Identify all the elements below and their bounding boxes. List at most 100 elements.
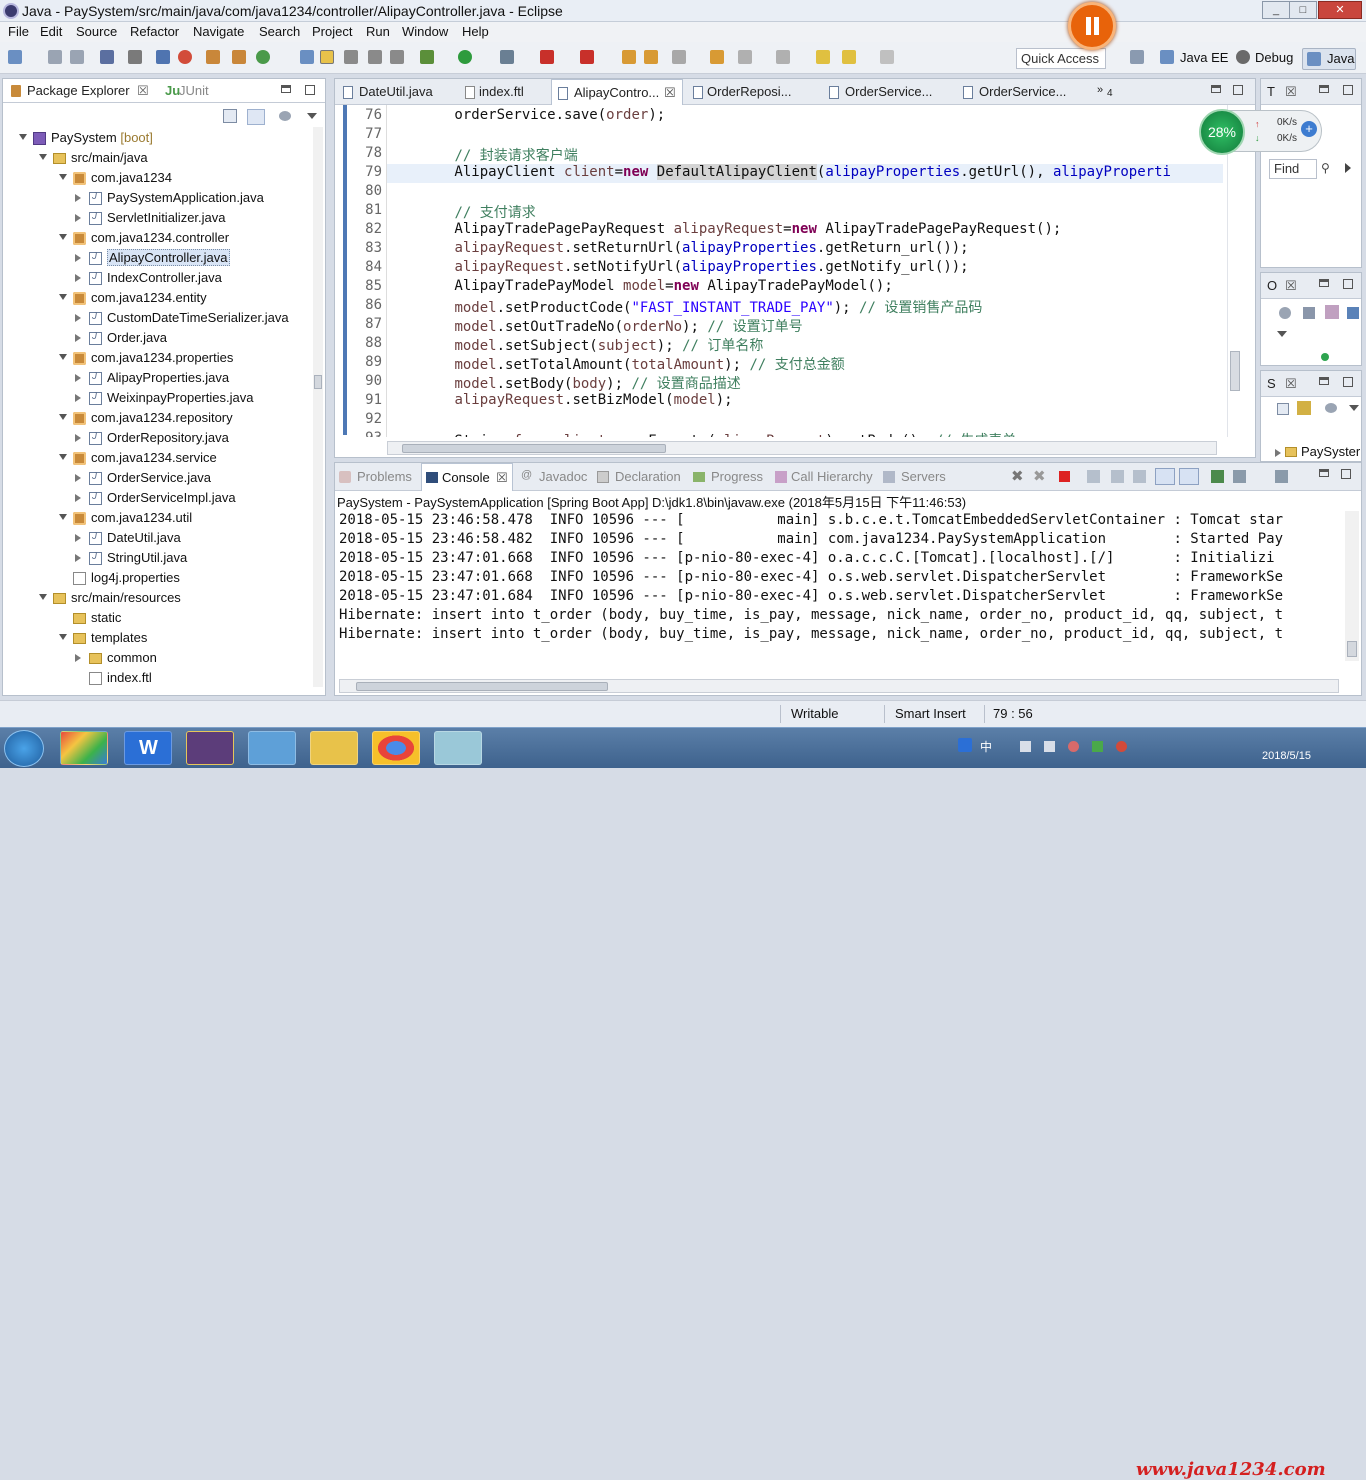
perspective-debug[interactable]: Debug [1255, 50, 1293, 65]
expand-open-icon[interactable] [39, 594, 47, 600]
new-icon[interactable] [8, 50, 22, 64]
editor-vscroll-thumb[interactable] [1230, 351, 1240, 391]
expand-open-icon[interactable] [19, 134, 27, 140]
close-tab-icon[interactable]: ☒ [137, 83, 149, 99]
taskbar-explorer-icon[interactable] [310, 731, 358, 765]
tree-item[interactable]: OrderServiceImpl.java [3, 489, 303, 509]
stop-icon[interactable] [540, 50, 554, 64]
menu-search[interactable]: Search [259, 24, 300, 39]
ime-indicator[interactable]: 中 [980, 738, 992, 755]
tab-servers-side[interactable]: S [1267, 376, 1276, 391]
link-editor-icon[interactable] [247, 109, 265, 125]
taskbar-eclipse-icon[interactable] [186, 731, 234, 765]
tree-scrollbar[interactable] [313, 127, 323, 687]
expand-closed-icon[interactable] [75, 534, 81, 542]
tab-problems[interactable]: Problems [357, 469, 412, 484]
terminate-icon[interactable] [1059, 471, 1070, 482]
menu-window[interactable]: Window [402, 24, 448, 39]
pin-console-icon[interactable] [1211, 470, 1224, 483]
tray-icon[interactable] [1044, 741, 1055, 752]
expand-open-icon[interactable] [59, 234, 67, 240]
console-vscroll[interactable] [1345, 511, 1359, 661]
view-dropdown-icon[interactable] [1349, 405, 1359, 411]
package-icon[interactable] [232, 50, 246, 64]
menu-project[interactable]: Project [312, 24, 352, 39]
close-tab-icon[interactable]: ☒ [664, 85, 676, 101]
show-stdout-icon[interactable] [1155, 468, 1175, 485]
close-tab-icon[interactable]: ☒ [496, 470, 508, 486]
minimize-view-icon[interactable] [281, 85, 291, 93]
menu-help[interactable]: Help [462, 24, 489, 39]
more-tabs-chevron-icon[interactable]: » [1097, 84, 1103, 96]
expand-closed-icon[interactable] [75, 334, 81, 342]
search-files-icon[interactable] [300, 50, 314, 64]
tray-icon[interactable] [1020, 741, 1031, 752]
close-button[interactable]: ✕ [1318, 1, 1362, 19]
menu-navigate[interactable]: Navigate [193, 24, 244, 39]
view-menu-icon[interactable] [279, 111, 291, 121]
tree-item[interactable]: AlipayController.java [3, 249, 303, 269]
word-wrap-icon[interactable] [1133, 470, 1146, 483]
tree-item[interactable]: CustomDateTimeSerializer.java [3, 309, 303, 329]
maximize-console-icon[interactable] [1341, 469, 1351, 479]
minimize-button[interactable]: _ [1262, 1, 1290, 19]
hide-fields-icon[interactable] [1303, 307, 1315, 319]
remove-launch-icon[interactable]: ✖ [1011, 467, 1024, 485]
tree-item[interactable]: log4j.properties [3, 569, 303, 589]
tree-item[interactable]: index.ftl [3, 669, 303, 689]
expand-closed-icon[interactable] [75, 374, 81, 382]
menu-edit[interactable]: Edit [40, 24, 62, 39]
tab-console-active[interactable]: Console ☒ [421, 463, 513, 491]
tree-item[interactable]: OrderService.java [3, 469, 303, 489]
highlight-icon[interactable] [320, 50, 334, 64]
tree-item[interactable]: com.java1234.repository [3, 409, 303, 429]
clear-console-icon[interactable] [1087, 470, 1100, 483]
servers-project-label[interactable]: PaySyster [1301, 444, 1360, 459]
tree-item[interactable]: PaySystemApplication.java [3, 189, 303, 209]
tab-alipaycontroller-active[interactable]: AlipayContro... ☒ [551, 79, 683, 105]
expand-closed-icon[interactable] [75, 434, 81, 442]
toggle-icon[interactable] [156, 50, 170, 64]
minimize-console-icon[interactable] [1319, 469, 1329, 477]
tree-item[interactable]: static [3, 609, 303, 629]
taskbar-word-icon[interactable]: W [124, 731, 172, 765]
expand-closed-icon[interactable] [75, 554, 81, 562]
tab-task-list[interactable]: T [1267, 84, 1275, 99]
expand-open-icon[interactable] [59, 294, 67, 300]
editor-hscroll-thumb[interactable] [402, 444, 666, 453]
tree-item[interactable]: AlipayProperties.java [3, 369, 303, 389]
expand-closed-icon[interactable] [75, 494, 81, 502]
expand-closed-icon[interactable] [75, 274, 81, 282]
view-dropdown-icon[interactable] [307, 113, 317, 119]
tree-item[interactable]: ServletInitializer.java [3, 209, 303, 229]
forward-icon[interactable] [880, 50, 894, 64]
hide-nonpublic-icon[interactable] [1347, 307, 1359, 319]
expand-open-icon[interactable] [59, 634, 67, 640]
perspective-java-ee[interactable]: Java EE [1180, 50, 1228, 65]
maximize-view-icon[interactable] [1343, 279, 1353, 289]
debug-icon[interactable] [420, 50, 434, 64]
console-output[interactable]: 2018-05-15 23:46:58.478 INFO 10596 --- [… [335, 510, 1345, 680]
tab-package-explorer[interactable]: Package Explorer [27, 83, 130, 98]
expand-closed-icon[interactable] [75, 314, 81, 322]
show-stderr-icon[interactable] [1179, 468, 1199, 485]
expand-open-icon[interactable] [59, 514, 67, 520]
expand-closed-icon[interactable] [75, 474, 81, 482]
back-icon[interactable] [816, 50, 830, 64]
pin-icon[interactable] [390, 50, 404, 64]
taskbar-app-icon[interactable] [60, 731, 108, 765]
expand-closed-icon[interactable] [75, 254, 81, 262]
tree-item[interactable]: StringUtil.java [3, 549, 303, 569]
close-tab-icon[interactable]: ☒ [1285, 376, 1297, 392]
tray-icon[interactable] [1116, 741, 1127, 752]
tab-junit[interactable]: JUnit [179, 83, 209, 98]
console-hscroll-thumb[interactable] [356, 682, 608, 691]
display-console-icon[interactable] [1233, 470, 1246, 483]
tab-call-hierarchy[interactable]: Call Hierarchy [791, 469, 873, 484]
save-all-icon[interactable] [70, 50, 84, 64]
maximize-view-icon[interactable] [1343, 377, 1353, 387]
minimize-editor-icon[interactable] [1211, 85, 1221, 93]
clock-date[interactable]: 2018/5/15 [1262, 750, 1311, 762]
menu-refactor[interactable]: Refactor [130, 24, 179, 39]
open-perspective-icon[interactable] [1130, 50, 1144, 64]
